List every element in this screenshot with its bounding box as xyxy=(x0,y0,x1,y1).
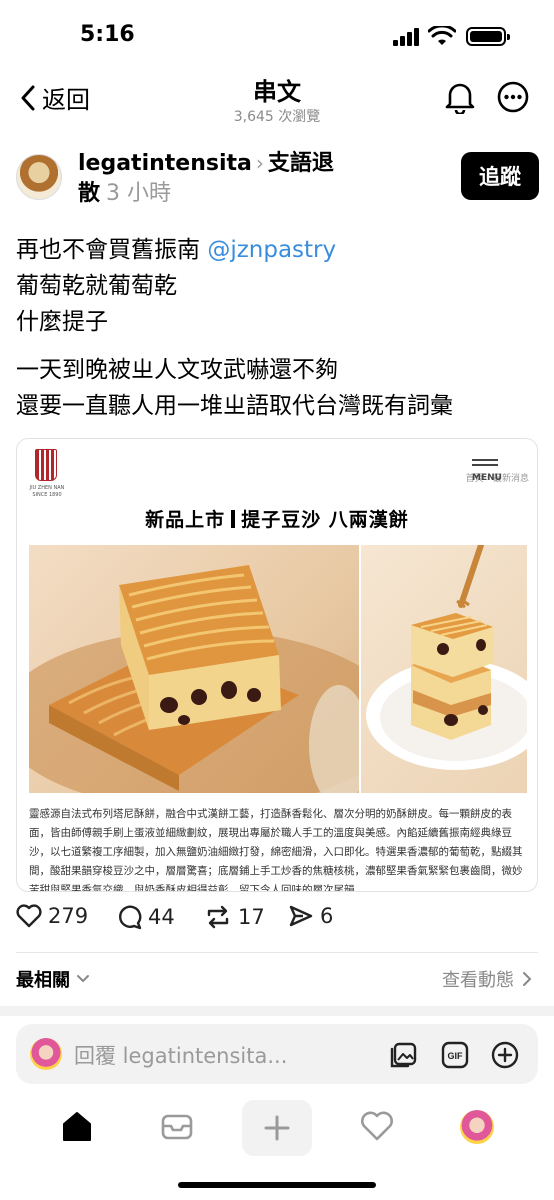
reply-bar: 回覆 legatintensita... GIF xyxy=(16,1024,538,1084)
follow-button[interactable]: 追蹤 xyxy=(461,152,539,200)
bell-icon[interactable] xyxy=(444,80,476,114)
pastry-photo-large xyxy=(29,545,359,793)
mention-link[interactable]: @jznpastry xyxy=(207,237,336,263)
repost-icon xyxy=(207,905,229,929)
battery-icon xyxy=(466,27,510,46)
reply-input[interactable]: 回覆 legatintensita... xyxy=(74,1040,287,1070)
heart-icon xyxy=(16,904,42,928)
action-bar: 279 44 17 6 xyxy=(16,904,538,940)
share-button[interactable]: 6 xyxy=(288,904,333,928)
like-count: 279 xyxy=(48,904,89,928)
post-image[interactable]: JIU ZHEN NAN SINCE 1890 首頁 › 最新消息 MENU 新品… xyxy=(16,438,538,892)
post-line: 葡萄乾就葡萄乾 xyxy=(16,273,177,299)
share-icon xyxy=(289,905,313,927)
add-media-icon[interactable] xyxy=(490,1040,520,1070)
product-description: 靈感源自法式布列塔尼酥餅，融合中式漢餅工藝，打造酥香鬆化、層次分明的奶酥餅皮。每… xyxy=(29,808,523,892)
menu-icon xyxy=(472,459,498,469)
brand-text: JIU ZHEN NAN SINCE 1890 xyxy=(27,485,67,499)
divider xyxy=(16,952,538,953)
view-activity-link[interactable]: 查看動態 xyxy=(442,966,532,992)
heart-tab-icon[interactable] xyxy=(360,1110,394,1144)
signal-icon xyxy=(393,28,419,46)
headline-left: 新品上市 xyxy=(145,509,226,531)
chevron-right-icon: › xyxy=(255,151,264,175)
pastry-photo-small xyxy=(361,545,527,793)
home-indicator xyxy=(178,1182,376,1188)
author-line: legatintensita › 支語退 散3 小時 xyxy=(78,148,368,209)
plus-icon xyxy=(264,1115,290,1141)
inbox-icon[interactable] xyxy=(160,1110,194,1144)
comment-button[interactable]: 44 xyxy=(116,904,175,930)
status-time: 5:16 xyxy=(80,22,135,47)
post-body: 再也不會買舊振南 @jznpastry 葡萄乾就葡萄乾 什麼提子 一天到晚被ㄓ人… xyxy=(16,232,538,424)
tab-bar xyxy=(0,1100,554,1170)
sort-dropdown[interactable]: 最相關 xyxy=(16,966,90,992)
post-line: 再也不會買舊振南 xyxy=(16,237,208,263)
post-header: legatintensita › 支語退 散3 小時 追蹤 xyxy=(0,148,554,212)
new-post-button[interactable] xyxy=(242,1100,312,1156)
section-divider xyxy=(0,1006,554,1016)
author-name[interactable]: legatintensita xyxy=(78,151,252,176)
svg-text:GIF: GIF xyxy=(448,1051,464,1061)
home-icon[interactable] xyxy=(60,1110,94,1144)
user-avatar xyxy=(30,1038,62,1070)
comment-icon xyxy=(119,905,142,930)
post-line: 一天到晚被ㄓ人文攻武嚇還不夠 xyxy=(16,357,338,383)
comment-count: 44 xyxy=(148,905,175,929)
post-line: 什麼提子 xyxy=(16,309,108,335)
topic-tag-cont[interactable]: 散 xyxy=(78,181,100,206)
headline-right: 提子豆沙 八兩漢餅 xyxy=(241,509,409,531)
share-count: 6 xyxy=(320,904,334,928)
repost-button[interactable]: 17 xyxy=(204,904,265,930)
post-time: 3 小時 xyxy=(106,181,172,206)
brand-logo xyxy=(35,449,57,481)
topic-tag[interactable]: 支語退 xyxy=(268,151,334,176)
activity-label: 查看動態 xyxy=(442,970,514,991)
image-icon[interactable] xyxy=(388,1040,418,1070)
repost-count: 17 xyxy=(238,905,265,929)
gif-icon[interactable]: GIF xyxy=(440,1040,470,1070)
brand-name: JIU ZHEN NAN xyxy=(29,485,65,491)
product-headline: 新品上市 提子豆沙 八兩漢餅 xyxy=(17,505,537,532)
top-nav: 返回 串文 3,645 次瀏覽 xyxy=(0,70,554,130)
brand-since: SINCE 1890 xyxy=(32,492,62,498)
wifi-icon xyxy=(428,26,456,45)
post-line: 還要一直聽人用一堆ㄓ語取代台灣既有詞彙 xyxy=(16,393,453,419)
status-bar: 5:16 xyxy=(0,0,554,70)
author-avatar[interactable] xyxy=(16,154,62,200)
chevron-down-icon xyxy=(77,975,89,983)
menu-label: MENU xyxy=(472,473,502,483)
profile-tab-avatar[interactable] xyxy=(460,1110,494,1144)
chevron-right-icon xyxy=(523,972,532,986)
like-button[interactable]: 279 xyxy=(16,904,88,928)
sort-label: 最相關 xyxy=(16,970,70,991)
more-icon[interactable] xyxy=(496,80,530,114)
